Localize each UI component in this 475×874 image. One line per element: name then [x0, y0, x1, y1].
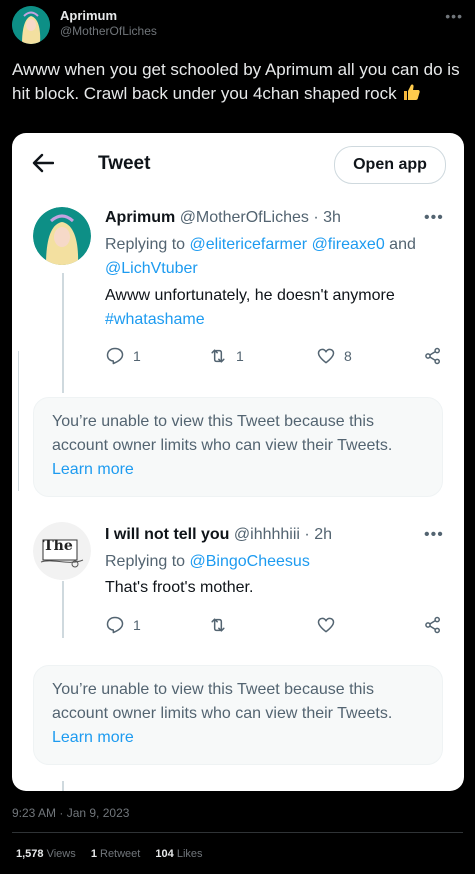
embedded-screenshot: Tweet Open app Aprimum @MotherOfLiches ·…: [12, 133, 464, 791]
share-button[interactable]: [423, 346, 443, 368]
hashtag-link[interactable]: #whatashame: [105, 311, 205, 328]
mention-link[interactable]: @elitericefarmer: [190, 236, 308, 253]
tweet-body-text: Awww unfortunately, he doesn't anymore: [105, 287, 395, 304]
share-icon: [425, 616, 440, 634]
more-icon[interactable]: •••: [424, 526, 444, 544]
tweet-actions: 1 1 8: [105, 346, 450, 370]
author-handle[interactable]: @MotherOfLiches: [60, 24, 157, 38]
tweet-time[interactable]: 3h: [323, 209, 341, 226]
thread-line: [62, 781, 64, 791]
share-button[interactable]: [423, 615, 443, 637]
avatar[interactable]: [33, 207, 91, 265]
avatar-text: The: [43, 538, 73, 554]
divider: [12, 351, 19, 491]
author-handle[interactable]: @MotherOfLiches: [180, 209, 309, 226]
restricted-tweet-notice: You’re unable to view this Tweet because…: [33, 397, 443, 497]
reply-icon: [106, 347, 124, 365]
tweet-actions: 1: [105, 615, 450, 639]
restricted-tweet-notice: You’re unable to view this Tweet because…: [33, 665, 443, 765]
reply-icon: [106, 616, 124, 634]
tweet-header: Aprimum @MotherOfLiches · 3h: [105, 209, 341, 227]
screenshot-topbar: Tweet Open app: [12, 133, 464, 193]
notice-text: You’re unable to view this Tweet because…: [52, 413, 393, 454]
like-button[interactable]: 8: [316, 346, 352, 368]
tweet-timestamp[interactable]: 9:23 AM · Jan 9, 2023: [12, 806, 129, 820]
author-name[interactable]: Aprimum: [105, 209, 175, 226]
likes-stat[interactable]: 104 Likes: [155, 848, 202, 860]
mention-link[interactable]: @fireaxe0: [312, 236, 385, 253]
reply-button[interactable]: 1: [105, 346, 141, 368]
divider: [12, 832, 463, 833]
learn-more-link[interactable]: Learn more: [52, 729, 134, 746]
tweet-time[interactable]: 2h: [314, 526, 332, 543]
replying-prefix: Replying to: [105, 236, 190, 253]
views-stat[interactable]: 1,578 Views: [16, 848, 76, 860]
tweet-header: Aprimum @MotherOfLiches •••: [12, 6, 463, 44]
tweet-stats: 1,578 Views 1 Retweet 104 Likes: [16, 848, 215, 860]
thread-line: [62, 273, 64, 393]
thumbs-up-emoji-icon: [401, 82, 421, 102]
mention-link[interactable]: @BingoCheesus: [190, 553, 310, 570]
replying-prefix: Replying to: [105, 553, 190, 570]
like-button[interactable]: [316, 615, 336, 637]
mention-link[interactable]: @LichVtuber: [105, 260, 198, 277]
separator: ·: [299, 526, 315, 543]
replying-to: Replying to @elitericefarmer @fireaxe0 a…: [105, 233, 450, 281]
page-title: Tweet: [98, 153, 151, 174]
retweet-icon: [211, 618, 225, 632]
tweet-body: Awww unfortunately, he doesn't anymore #…: [105, 284, 450, 332]
reply-count: 1: [133, 617, 141, 633]
tweet-text-content: Awww when you get schooled by Aprimum al…: [12, 60, 460, 103]
author-name[interactable]: I will not tell you: [105, 526, 229, 543]
thread-line: [62, 586, 64, 638]
tweet-text: Awww when you get schooled by Aprimum al…: [12, 58, 462, 106]
separator: ·: [308, 209, 324, 226]
retweet-icon: [211, 349, 225, 363]
notice-text: You’re unable to view this Tweet because…: [52, 681, 393, 722]
more-icon[interactable]: •••: [445, 8, 463, 24]
author-handle[interactable]: @ihhhhiii: [234, 526, 300, 543]
share-icon: [425, 347, 440, 365]
replying-to: Replying to @BingoCheesus: [105, 550, 450, 574]
learn-more-link[interactable]: Learn more: [52, 461, 134, 478]
tweet-header: I will not tell you @ihhhhiii · 2h: [105, 526, 332, 544]
like-count: 8: [344, 348, 352, 364]
replying-and: and: [384, 236, 416, 253]
retweet-button[interactable]: [208, 615, 228, 637]
retweets-stat[interactable]: 1 Retweet: [91, 848, 141, 860]
reply-count: 1: [133, 348, 141, 364]
tweet-body-text: That's froot's mother.: [105, 579, 254, 596]
reply-button[interactable]: 1: [105, 615, 141, 637]
heart-icon: [317, 348, 335, 364]
retweet-count: 1: [236, 348, 244, 364]
retweet-button[interactable]: 1: [208, 346, 244, 368]
tweet-body: That's froot's mother.: [105, 576, 450, 600]
avatar[interactable]: [12, 6, 50, 44]
open-app-button[interactable]: Open app: [334, 146, 446, 184]
author-name[interactable]: Aprimum: [60, 8, 117, 23]
more-icon[interactable]: •••: [424, 209, 444, 227]
heart-icon: [317, 617, 335, 633]
arrow-left-icon[interactable]: [32, 153, 55, 173]
